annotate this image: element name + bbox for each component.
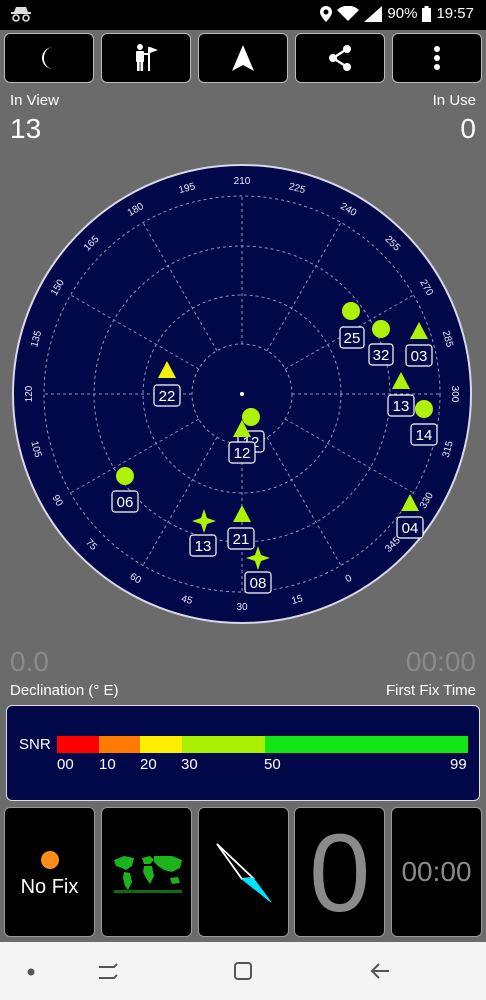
snr-band-20-30 — [140, 736, 182, 753]
world-map-icon — [109, 852, 186, 894]
more-options-button[interactable] — [392, 33, 482, 83]
recent-apps-icon[interactable] — [97, 962, 119, 980]
satellite-marker — [415, 400, 433, 418]
satellite-marker — [372, 320, 390, 338]
snr-band-00-10 — [57, 736, 99, 753]
satellite-id: 12 — [234, 445, 251, 462]
snr-band-50-99 — [265, 736, 468, 753]
clock: 19:57 — [436, 5, 474, 22]
snr-tick: 10 — [99, 756, 116, 773]
satellite-id: 21 — [233, 531, 250, 548]
satellite-id: 06 — [117, 494, 134, 511]
man-flag-icon — [136, 44, 158, 71]
signal-icon — [364, 5, 383, 22]
compass-icon — [215, 843, 271, 903]
satellite-id: 14 — [416, 427, 433, 444]
snr-tick: 20 — [140, 756, 157, 773]
azimuth-label: 120 — [24, 385, 35, 402]
navigation-button[interactable] — [198, 33, 288, 83]
fix-status-text: No Fix — [20, 876, 79, 898]
azimuth-label: 300 — [449, 386, 460, 403]
azimuth-label: 210 — [234, 176, 251, 187]
in-view-label: In View — [10, 92, 59, 109]
snr-tick: 00 — [57, 756, 74, 773]
status-bar: 90% 19:57 — [0, 0, 486, 30]
declination-value: 0.0 — [10, 646, 49, 677]
fix-status-tile[interactable]: No Fix — [4, 807, 95, 937]
share-button[interactable] — [295, 33, 385, 83]
more-vert-icon — [434, 46, 440, 70]
satellite-id: 13 — [393, 398, 410, 415]
in-use-label: In Use — [432, 92, 476, 109]
satellite-marker — [116, 467, 134, 485]
satellite-marker — [242, 408, 260, 426]
compass-tile[interactable] — [197, 807, 289, 937]
snr-tick: 99 — [450, 756, 467, 773]
first-fix-value: 00:00 — [405, 646, 476, 677]
sky-plot: 0153045607590105120135150165180195 210 225… — [12, 164, 472, 624]
satellite-id: 22 — [159, 388, 176, 405]
declination-label: Declination (° E) — [10, 682, 119, 699]
man-flag-button[interactable] — [101, 33, 191, 83]
in-view-count: 13 — [10, 113, 42, 144]
snr-color-bar — [57, 736, 468, 753]
back-icon[interactable] — [369, 962, 391, 980]
azimuth-label: 30 — [236, 602, 248, 613]
snr-tick: 30 — [181, 756, 198, 773]
battery-percent: 90% — [387, 5, 418, 22]
time-tile-value: 00:00 — [401, 856, 472, 887]
dot-icon[interactable] — [27, 968, 35, 976]
location-icon — [320, 5, 333, 22]
satellite-id: 08 — [250, 575, 267, 592]
satellite-marker — [342, 302, 360, 320]
satellite-id: 04 — [402, 520, 419, 537]
time-tile[interactable]: 00:00 — [391, 807, 482, 937]
snr-band-30-50 — [182, 736, 265, 753]
navigation-bar — [0, 942, 486, 1000]
satellites-used-count: 0 — [309, 812, 371, 935]
toolbar — [4, 33, 482, 85]
satellite-id: 13 — [195, 538, 212, 555]
first-fix-label: First Fix Time — [386, 682, 476, 699]
wifi-icon — [337, 5, 360, 21]
in-use-count: 0 — [460, 113, 476, 144]
night-mode-button[interactable] — [4, 33, 94, 83]
battery-icon — [422, 5, 432, 22]
snr-band-10-20 — [99, 736, 140, 753]
incognito-icon — [11, 7, 31, 22]
satellite-id: 25 — [344, 330, 361, 347]
satellite-id: 32 — [373, 347, 390, 364]
snr-title: SNR — [19, 736, 51, 753]
world-map-tile[interactable] — [100, 807, 192, 937]
night-mode-icon — [42, 47, 53, 69]
snr-tick: 50 — [264, 756, 281, 773]
home-icon[interactable] — [233, 961, 253, 981]
satellite-id: 03 — [411, 348, 428, 365]
status-tiles: No Fix 0 00:00 — [4, 807, 482, 939]
satellites-used-tile[interactable]: 0 — [294, 807, 386, 937]
share-icon — [329, 45, 351, 71]
snr-legend: SNR 00 10 20 30 50 99 — [6, 705, 480, 801]
fix-status-dot — [41, 851, 59, 869]
sky-center — [240, 392, 244, 396]
navigation-arrow-icon — [232, 45, 254, 71]
